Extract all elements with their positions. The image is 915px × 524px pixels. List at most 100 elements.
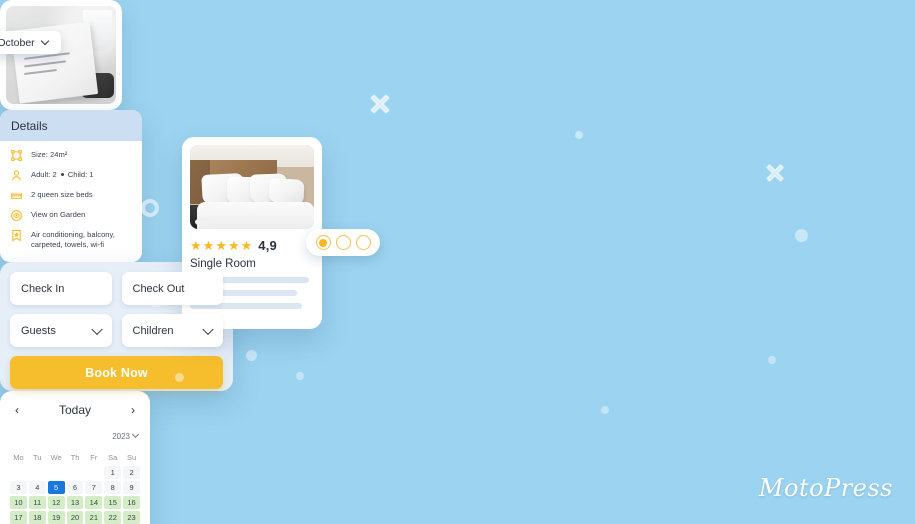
calendar-widget: ‹ Today › 2023 October Mo Tu We Th Fr Sa… bbox=[0, 31, 150, 524]
check-out-input[interactable]: Check Out bbox=[121, 272, 223, 305]
room-gallery-secondary-photo[interactable] bbox=[0, 0, 122, 110]
detail-view-text: View on Garden bbox=[31, 210, 86, 219]
deco-dot-7 bbox=[768, 356, 776, 364]
calendar-day-7[interactable]: 7 bbox=[85, 481, 103, 494]
calendar-day-9[interactable]: 9 bbox=[123, 481, 140, 494]
calendar-today-label[interactable]: Today bbox=[59, 403, 91, 417]
details-panel: Details Size: 24m² Adult: 2 Child: 1 2 q… bbox=[0, 110, 142, 262]
gallery-pager[interactable] bbox=[306, 229, 380, 256]
bed-icon bbox=[10, 189, 23, 202]
detail-row-size: Size: 24m² bbox=[10, 150, 132, 162]
calendar-day-17[interactable]: 17 bbox=[10, 511, 27, 524]
dayname-sa: Sa bbox=[108, 453, 118, 462]
calendar-day-20[interactable]: 20 bbox=[66, 511, 84, 524]
pager-dot-3[interactable] bbox=[355, 235, 371, 250]
deco-dot-4 bbox=[296, 372, 304, 380]
detail-row-amenities: Air conditioning, balcony, carpeted, tow… bbox=[10, 229, 132, 250]
calendar-day-18[interactable]: 18 bbox=[28, 511, 46, 524]
booking-dates-row: Check In Check Out bbox=[10, 272, 223, 305]
calendar-day-empty bbox=[85, 466, 102, 479]
detail-size-text: Size: 24m² bbox=[31, 150, 68, 159]
detail-row-beds: 2 queen size beds bbox=[10, 190, 132, 202]
calendar-day-23[interactable]: 23 bbox=[123, 511, 140, 524]
calendar-month-value: October bbox=[0, 36, 35, 49]
guests-select[interactable]: Guests bbox=[10, 314, 112, 347]
calendar-header: ‹ Today › bbox=[10, 401, 140, 419]
calendar-day-11[interactable]: 11 bbox=[28, 496, 46, 509]
rating-value: 4,9 bbox=[258, 238, 277, 253]
calendar-day-22[interactable]: 22 bbox=[104, 511, 122, 524]
star-icon: ★ bbox=[227, 238, 240, 253]
size-icon bbox=[10, 149, 23, 162]
calendar-year-select[interactable]: 2023 bbox=[112, 430, 140, 441]
detail-row-occupancy: Adult: 2 Child: 1 bbox=[10, 170, 132, 182]
pager-dot-1[interactable] bbox=[315, 235, 331, 250]
dayname-tu: Tu bbox=[33, 453, 42, 462]
deco-x-2 bbox=[764, 162, 786, 184]
check-in-label: Check In bbox=[21, 282, 65, 295]
deco-dot-3 bbox=[246, 350, 257, 361]
chevron-down-icon bbox=[202, 323, 214, 335]
secondary-photo-image bbox=[6, 6, 116, 104]
calendar-day-4[interactable]: 4 bbox=[28, 481, 46, 494]
detail-row-view: View on Garden bbox=[10, 210, 132, 222]
motopress-logo: MotoPress bbox=[758, 474, 893, 502]
calendar-day-1[interactable]: 1 bbox=[104, 466, 122, 479]
calendar-week-row: 3456789 bbox=[10, 481, 140, 494]
calendar-day-6[interactable]: 6 bbox=[66, 481, 84, 494]
calendar-day-16[interactable]: 16 bbox=[123, 496, 140, 509]
calendar-day-15[interactable]: 15 bbox=[104, 496, 122, 509]
details-title: Details bbox=[11, 118, 48, 133]
room-photo[interactable] bbox=[190, 145, 314, 229]
calendar-next-button[interactable]: › bbox=[126, 404, 140, 416]
calendar-year-value: 2023 bbox=[112, 431, 130, 441]
calendar-week-row: 12 bbox=[10, 466, 140, 479]
calendar-day-empty bbox=[48, 466, 65, 479]
detail-occupancy-text: Adult: 2 Child: 1 bbox=[31, 170, 94, 180]
eye-icon bbox=[10, 209, 23, 222]
star-icon: ★ bbox=[202, 238, 215, 253]
calendar-day-5[interactable]: 5 bbox=[47, 481, 65, 494]
calendar-week-row: 10 11 12 13 14 15 16 bbox=[10, 496, 140, 509]
pager-dot-2[interactable] bbox=[335, 235, 351, 250]
calendar-month-select[interactable]: October bbox=[0, 31, 61, 54]
children-label: Children bbox=[132, 324, 174, 337]
deco-ring-1 bbox=[141, 199, 159, 217]
deco-dot-8 bbox=[601, 406, 609, 414]
calendar-day-empty bbox=[67, 466, 84, 479]
detail-dot-separator bbox=[60, 173, 64, 176]
deco-x-1 bbox=[368, 92, 392, 116]
dayname-fr: Fr bbox=[90, 453, 98, 462]
check-in-input[interactable]: Check In bbox=[10, 272, 112, 305]
person-icon bbox=[10, 169, 23, 182]
booking-occupancy-row: Guests Children bbox=[10, 314, 223, 347]
calendar-day-21[interactable]: 21 bbox=[85, 511, 103, 524]
chevron-down-icon bbox=[40, 36, 49, 45]
details-body: Size: 24m² Adult: 2 Child: 1 2 queen size… bbox=[0, 141, 142, 250]
chevron-down-icon bbox=[131, 430, 140, 438]
calendar-prev-button[interactable]: ‹ bbox=[10, 404, 24, 416]
calendar-day-8[interactable]: 8 bbox=[104, 481, 122, 494]
check-out-label: Check Out bbox=[132, 282, 185, 295]
calendar-subheader: 2023 bbox=[10, 426, 140, 446]
calendar-day-10[interactable]: 10 bbox=[10, 496, 27, 509]
calendar-day-12[interactable]: 12 bbox=[47, 496, 65, 509]
calendar-day-empty bbox=[29, 466, 46, 479]
children-select[interactable]: Children bbox=[121, 314, 223, 347]
details-header: Details bbox=[0, 110, 142, 141]
calendar-day-2[interactable]: 2 bbox=[123, 466, 140, 479]
calendar-day-13[interactable]: 13 bbox=[66, 496, 84, 509]
calendar-day-3[interactable]: 3 bbox=[10, 481, 27, 494]
calendar-day-19[interactable]: 19 bbox=[47, 511, 65, 524]
booking-form: Check In Check Out Guests Children Book … bbox=[0, 262, 233, 391]
calendar-weeks: 1234567891011121314151617181920212223242… bbox=[10, 466, 140, 524]
dayname-mo: Mo bbox=[13, 453, 24, 462]
deco-dot-6 bbox=[795, 229, 808, 242]
detail-adult-text: Adult: 2 bbox=[31, 170, 57, 179]
dayname-th: Th bbox=[70, 453, 80, 462]
chevron-down-icon bbox=[90, 323, 103, 335]
calendar-day-14[interactable]: 14 bbox=[85, 496, 103, 509]
calendar-day-empty bbox=[10, 466, 27, 479]
detail-amenities-text: Air conditioning, balcony, carpeted, tow… bbox=[31, 230, 115, 249]
book-now-button[interactable]: Book Now bbox=[10, 356, 223, 389]
